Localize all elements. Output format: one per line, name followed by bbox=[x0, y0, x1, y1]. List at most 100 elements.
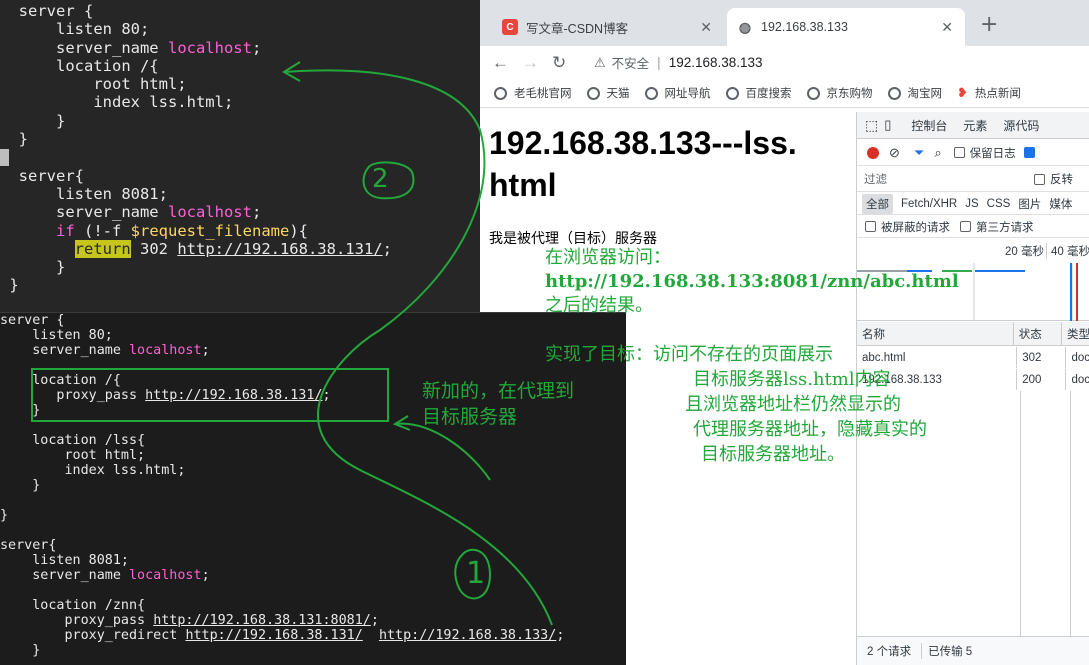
close-icon[interactable]: ✕ bbox=[941, 19, 953, 36]
globe-icon bbox=[644, 86, 658, 100]
circle-two-label: 2 bbox=[372, 164, 389, 194]
invert-label: 反转 bbox=[1050, 174, 1073, 186]
status-bar: 2 个请求 已传输 5 bbox=[857, 636, 1089, 665]
config-bottom-line: } bbox=[0, 508, 9, 523]
type-filter-1[interactable]: Fetch/XHR bbox=[901, 198, 957, 210]
new-added-line: 目标服务器 bbox=[422, 406, 518, 428]
terminal-bottom[interactable]: server { listen 80; server_name localhos… bbox=[0, 312, 626, 665]
config-top-line: if (!-f $request_filename){ bbox=[56, 221, 308, 240]
tab-title: 写文章-CSDN博客 bbox=[526, 21, 629, 36]
inspect-icon[interactable]: ⬚ bbox=[865, 117, 878, 134]
hot-news-icon: ❥ bbox=[957, 85, 968, 100]
new-tab-icon[interactable]: + bbox=[980, 12, 998, 37]
url-text[interactable]: 192.168.38.133 bbox=[669, 55, 763, 70]
goal-line: 且浏览器地址栏仍然显示的 bbox=[685, 394, 901, 415]
browser-toolbar: ← → ↻ ⚠ 不安全 | 192.168.38.133 bbox=[480, 46, 1089, 79]
type-filter-0[interactable]: 全部 bbox=[862, 193, 893, 214]
new-added-line: 新加的，在代理到 bbox=[422, 380, 575, 402]
bookmark-label: 网址导航 bbox=[664, 88, 711, 100]
config-bottom-line: } bbox=[0, 643, 41, 658]
invert-checkbox[interactable] bbox=[1034, 173, 1045, 185]
config-top-line: index lss.html; bbox=[0, 93, 234, 112]
third-party-checkbox[interactable] bbox=[960, 221, 971, 232]
config-bottom-line: } bbox=[0, 478, 41, 493]
third-party-label: 第三方请求 bbox=[976, 221, 1034, 234]
tab-current[interactable]: ◍ 192.168.38.133 ✕ bbox=[727, 8, 965, 46]
type-filter-4[interactable]: 图片 bbox=[1018, 196, 1041, 212]
page-body: 我是被代理（目标）服务器 bbox=[489, 231, 657, 247]
globe-icon bbox=[806, 86, 820, 100]
search-icon[interactable]: ⌕ bbox=[934, 145, 941, 161]
config-top-line bbox=[0, 148, 480, 166]
config-top-line: } bbox=[0, 130, 28, 149]
config-bottom-line: root html; bbox=[0, 448, 146, 463]
config-top-line: location /{ bbox=[0, 56, 159, 75]
filter-input[interactable]: 过滤 bbox=[864, 171, 1034, 187]
globe-icon bbox=[725, 86, 739, 100]
new-added-caption: 新加的，在代理到 目标服务器 bbox=[422, 378, 574, 430]
request-status: 302 bbox=[1017, 347, 1067, 368]
filter-row: 过滤 反转 bbox=[857, 167, 1089, 192]
config-top-line: listen 80; bbox=[0, 20, 150, 39]
globe-icon bbox=[887, 86, 901, 100]
goal-line: 代理服务器地址，隐藏真实的 bbox=[693, 419, 927, 440]
bookmark-item[interactable]: 天猫 bbox=[586, 85, 630, 101]
omnibox-divider: | bbox=[657, 55, 661, 70]
type-filter-5[interactable]: 媒体 bbox=[1049, 196, 1072, 212]
goal-caption: 实现了目标：访问不存在的页面展示 目标服务器lss.html内容 且浏览器地址栏… bbox=[545, 342, 927, 467]
tab-csdn[interactable]: C 写文章-CSDN博客 ✕ bbox=[492, 8, 724, 46]
preserve-log-checkbox[interactable] bbox=[953, 147, 965, 158]
clear-icon[interactable]: ⊘ bbox=[889, 145, 900, 161]
config-bottom-line bbox=[0, 523, 626, 538]
bookmark-item[interactable]: 百度搜索 bbox=[725, 85, 792, 101]
config-top-line: } bbox=[0, 276, 19, 295]
bookmark-item[interactable]: 京东购物 bbox=[806, 85, 873, 101]
type-filter-3[interactable]: CSS bbox=[987, 198, 1011, 210]
tab-sources[interactable]: 源代码 bbox=[1003, 117, 1039, 134]
preserve-log-label: 保留日志 bbox=[969, 147, 1016, 160]
request-status: 200 bbox=[1017, 369, 1067, 390]
tab-title: 192.168.38.133 bbox=[761, 20, 848, 34]
config-top-line: server_name localhost; bbox=[0, 203, 262, 222]
globe-icon bbox=[586, 86, 600, 100]
csdn-icon: C bbox=[502, 19, 518, 35]
type-filter-2[interactable]: JS bbox=[965, 198, 978, 210]
back-icon[interactable]: ← bbox=[492, 53, 522, 73]
close-icon[interactable]: ✕ bbox=[700, 19, 712, 36]
config-bottom-line: server { bbox=[0, 313, 65, 328]
bookmark-item[interactable]: 淘宝网 bbox=[887, 85, 942, 101]
globe-icon bbox=[494, 86, 507, 100]
filter-icon[interactable]: ⏷ bbox=[914, 145, 924, 161]
disable-cache-checkbox[interactable] bbox=[1023, 147, 1035, 158]
address-bar[interactable]: ⚠ 不安全 | 192.168.38.133 bbox=[588, 50, 1089, 76]
bookmark-label: 热点新闻 bbox=[974, 88, 1021, 100]
column-type[interactable]: 类型 bbox=[1062, 322, 1089, 345]
config-bottom-line: server{ bbox=[0, 538, 57, 553]
tab-console[interactable]: 控制台 bbox=[911, 117, 947, 134]
config-top-line: return 302 http://192.168.38.131/; bbox=[74, 239, 392, 258]
bookmark-item[interactable]: 网址导航 bbox=[644, 85, 711, 101]
config-bottom-line: proxy_redirect http://192.168.38.131/ ht… bbox=[0, 628, 565, 643]
bookmark-item[interactable]: ❥ 热点新闻 bbox=[957, 85, 1021, 101]
forward-icon[interactable]: → bbox=[522, 53, 552, 73]
column-divider bbox=[1020, 391, 1021, 636]
config-bottom-line: location /znn{ bbox=[0, 598, 146, 613]
terminal-top[interactable]: server { listen 80; server_name localhos… bbox=[0, 0, 480, 312]
result-url: http://192.168.38.133:8081/znn/abc.html bbox=[545, 271, 959, 292]
blocked-checkbox[interactable] bbox=[865, 221, 876, 232]
request-type: doc bbox=[1071, 351, 1089, 364]
config-bottom-line: server_name localhost; bbox=[0, 343, 210, 358]
bookmark-item[interactable]: 老毛桃官网 bbox=[494, 85, 572, 101]
column-divider bbox=[1070, 391, 1071, 636]
reload-icon[interactable]: ↻ bbox=[552, 53, 582, 73]
record-icon[interactable] bbox=[867, 146, 879, 159]
column-status[interactable]: 状态 bbox=[1014, 322, 1062, 345]
result-title: 在浏览器访问： bbox=[545, 247, 671, 268]
device-icon[interactable]: ▯ bbox=[884, 117, 891, 133]
devtools-tabs: ⬚ ▯ 控制台 元素 源代码 bbox=[857, 112, 1089, 139]
warning-icon[interactable]: ⚠ bbox=[594, 55, 606, 71]
config-top-line: } bbox=[0, 258, 66, 277]
tab-elements[interactable]: 元素 bbox=[963, 117, 987, 134]
page-heading: 192.168.38.133---lss.html bbox=[489, 122, 799, 206]
security-label[interactable]: 不安全 bbox=[612, 53, 650, 72]
